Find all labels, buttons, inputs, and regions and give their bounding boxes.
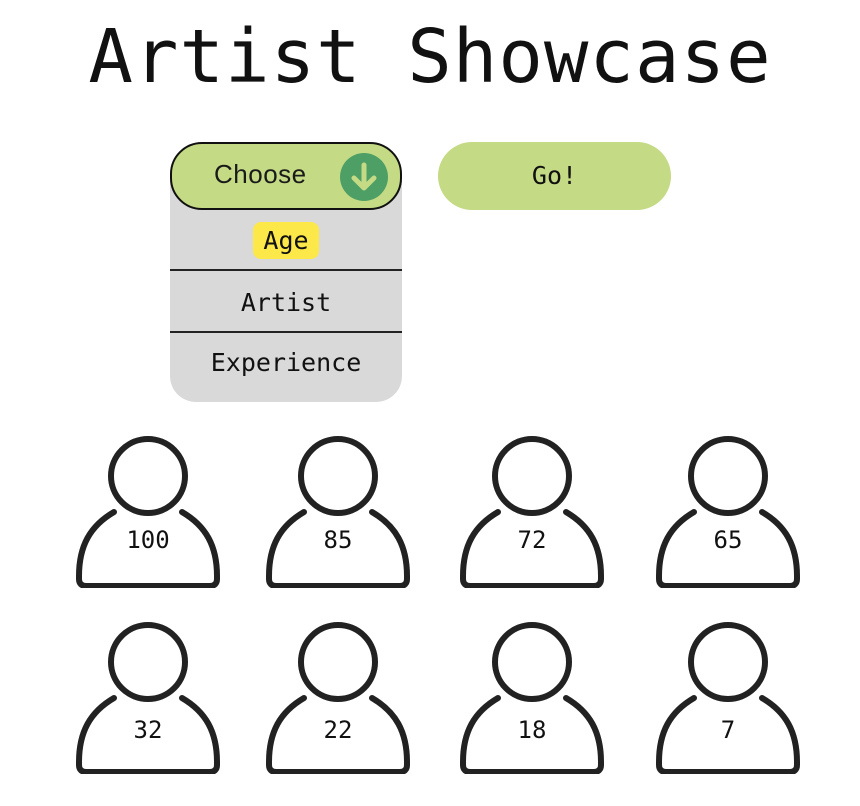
person-card[interactable]: 32 xyxy=(76,622,220,774)
person-icon xyxy=(460,436,604,588)
person-icon xyxy=(266,622,410,774)
person-value: 32 xyxy=(133,716,163,744)
person-value: 7 xyxy=(720,716,736,744)
person-card[interactable]: 72 xyxy=(460,436,604,588)
dropdown-option-artist[interactable]: Artist xyxy=(170,288,402,317)
person-value: 72 xyxy=(517,526,547,554)
person-card[interactable]: 65 xyxy=(656,436,800,588)
page-title: Artist Showcase xyxy=(88,14,772,100)
person-value: 100 xyxy=(126,526,170,554)
person-icon xyxy=(76,622,220,774)
person-value: 18 xyxy=(517,716,547,744)
arrow-down-circle-icon[interactable] xyxy=(340,153,388,201)
person-icon xyxy=(266,436,410,588)
person-icon xyxy=(460,622,604,774)
person-icon xyxy=(76,436,220,588)
dropdown-option-label: Age xyxy=(253,222,319,259)
person-card[interactable]: 18 xyxy=(460,622,604,774)
person-card[interactable]: 22 xyxy=(266,622,410,774)
person-value: 22 xyxy=(323,716,353,744)
dropdown-option-experience[interactable]: Experience xyxy=(170,348,402,377)
person-value: 85 xyxy=(323,526,353,554)
choose-dropdown-button[interactable]: Choose xyxy=(170,142,402,210)
person-card[interactable]: 7 xyxy=(656,622,800,774)
person-card[interactable]: 85 xyxy=(266,436,410,588)
divider xyxy=(170,269,402,271)
person-value: 65 xyxy=(713,526,743,554)
person-icon xyxy=(656,436,800,588)
divider xyxy=(170,331,402,333)
dropdown-label: Choose xyxy=(214,159,307,189)
go-button[interactable]: Go! xyxy=(438,142,671,210)
person-icon xyxy=(656,622,800,774)
person-card[interactable]: 100 xyxy=(76,436,220,588)
dropdown-option-age[interactable]: Age xyxy=(170,222,402,266)
